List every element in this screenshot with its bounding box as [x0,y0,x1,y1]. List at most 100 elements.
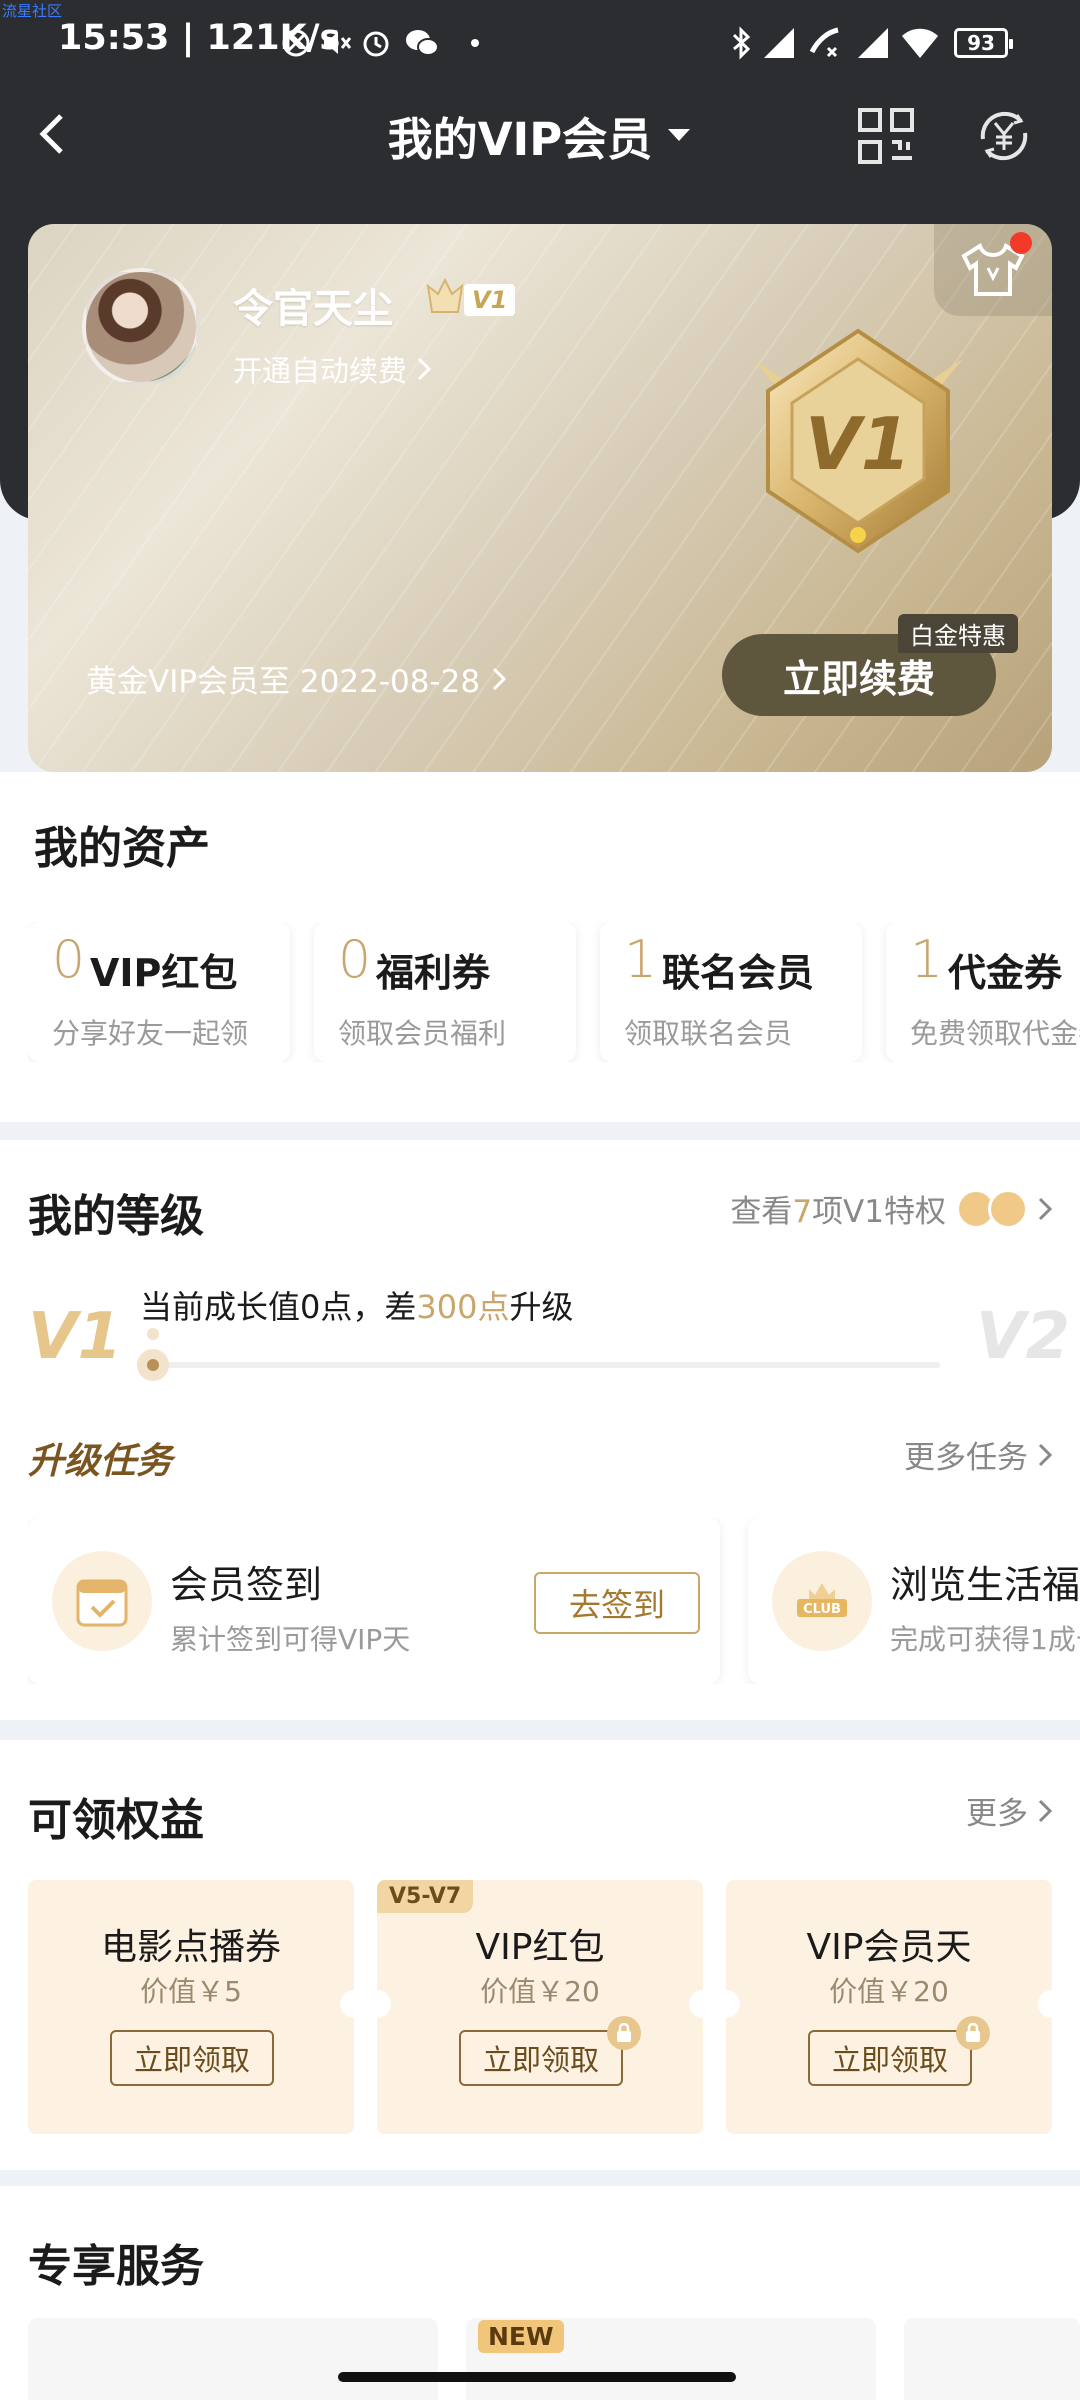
signal-hd-icon [762,26,796,60]
benefit-value: 价值￥20 [829,1975,949,2008]
dot-icon [470,26,480,60]
task-card-browse-welfare[interactable]: CLUB 浏览生活福利 完成可获得1成长值 [748,1518,1080,1684]
benefits-section: 可领权益 更多 电影点播券 价值￥5 立即领取 V5-V7 VIP红包 价值￥2… [0,1740,1080,2170]
asset-name: 福利券 [376,951,491,995]
claim-button[interactable]: 立即领取 [459,2030,623,2086]
benefits-more-link[interactable]: 更多 [966,1788,1052,1833]
asset-count: 1 [624,930,658,990]
level-tag: V1 [464,284,516,316]
chevron-right-icon [493,667,507,690]
asset-desc: 分享好友一起领 [52,1017,249,1050]
level-title: 我的等级 [28,1191,204,1242]
svg-text:CLUB: CLUB [803,1602,841,1617]
service-card[interactable] [904,2318,1080,2400]
crown-icon [426,277,464,313]
no-disturb-icon [280,26,312,60]
asset-card-co-membership[interactable]: 1 联名会员 领取联名会员 [600,922,862,1062]
calendar-check-icon [52,1551,152,1651]
asset-count: 1 [910,930,944,990]
task-desc: 累计签到可得VIP天 [170,1623,411,1656]
nav-bar: 我的VIP会员 [0,86,1080,186]
points-needed: 300点 [416,1288,510,1326]
growth-progress-bar [150,1362,940,1368]
yuan-refresh-button[interactable] [966,98,1042,174]
asset-name: 代金券 [948,951,1063,995]
qr-code-icon [858,108,914,164]
username: 令官天尘 [233,286,393,332]
assets-list: 0 VIP红包 分享好友一起领 0 福利券 领取会员福利 1 联名会员 领取联名… [28,922,1080,1062]
avatar[interactable] [82,268,200,386]
bluetooth-icon [730,26,754,60]
benefit-value: 价值￥20 [480,1975,600,2008]
privilege-count: 7 [792,1194,813,1230]
platinum-offer-tag: 白金特惠 [898,614,1018,653]
chevron-right-icon [1038,1443,1052,1466]
badge-text: V1 [805,402,911,486]
chevron-left-icon [39,114,63,154]
qr-code-button[interactable] [848,98,924,174]
claim-button[interactable]: 立即领取 [110,2030,274,2086]
progress-marker [147,1328,159,1340]
exclusive-services-section: 专享服务 NEW [0,2186,1080,2400]
yuan-cycle-icon [980,111,1028,161]
battery-icon: 93 [954,28,1013,58]
v1-level-badge: V1 [753,328,963,554]
asset-desc: 领取会员福利 [338,1017,507,1050]
chevron-right-icon [417,357,432,381]
wifi-icon [900,26,940,60]
privilege-coupon-icon [988,1188,1028,1229]
auto-renew-link[interactable]: 开通自动续费 [233,348,432,390]
lock-icon [607,2016,641,2050]
task-name: 会员签到 [170,1563,323,1607]
privilege-icons [956,1188,1028,1229]
caret-down-icon [668,129,691,141]
chevron-right-icon [1038,1799,1052,1822]
service-card[interactable] [28,2318,438,2400]
my-level-section: 我的等级 查看7项V1特权 V1 V2 当前成长值0点，差300点升级 升级任务… [0,1140,1080,1720]
club-icon: CLUB [772,1551,872,1651]
upgrade-tasks-title: 升级任务 [28,1441,173,1482]
benefit-coupon-vip-days: VIP会员天 价值￥20 立即领取 [712,1880,1066,2134]
my-assets-section: 我的资产 0 VIP红包 分享好友一起领 0 福利券 领取会员福利 1 联名会员… [0,772,1080,1122]
benefit-name: VIP红包 [475,1927,605,1968]
view-privileges-link[interactable]: 查看7项V1特权 [730,1186,1052,1231]
benefits-title: 可领权益 [28,1795,204,1846]
asset-desc: 领取联名会员 [624,1017,793,1050]
status-bar: 15:53 | 121K/s 93 [0,0,1080,86]
task-desc: 完成可获得1成长值 [890,1623,1080,1656]
growth-status: 当前成长值0点，差300点升级 [140,1288,574,1326]
notification-dot [1010,232,1032,254]
asset-name: 联名会员 [662,951,815,995]
membership-expiry[interactable]: 黄金VIP会员至 2022-08-28 [86,656,507,701]
back-button[interactable] [22,104,82,164]
growth-progress-thumb [137,1349,169,1381]
claim-button[interactable]: 立即领取 [808,2030,972,2086]
alarm-icon [360,26,392,60]
asset-desc: 免费领取代金券 [910,1017,1080,1050]
next-level: V2 [976,1300,1071,1374]
signal-icon [856,26,890,60]
chevron-right-icon [1038,1197,1052,1220]
asset-count: 0 [52,930,86,990]
auto-renew-label: 开通自动续费 [233,354,408,388]
assets-title: 我的资产 [34,823,210,874]
task-card-checkin[interactable]: 会员签到 累计签到可得VIP天 去签到 [28,1518,720,1684]
task-name: 浏览生活福利 [890,1563,1080,1607]
more-tasks-link[interactable]: 更多任务 [904,1432,1052,1477]
page-title-dropdown[interactable]: 我的VIP会员 [380,100,700,170]
asset-count: 0 [338,930,372,990]
level-range-tag: V5-V7 [377,1880,474,1913]
page-title: 我的VIP会员 [387,112,653,166]
dress-up-button[interactable] [934,224,1052,316]
benefit-name: VIP会员天 [806,1927,972,1968]
new-badge: NEW [478,2320,564,2353]
home-indicator[interactable] [338,2372,736,2382]
asset-card-voucher[interactable]: 1 代金券 免费领取代金券 [886,922,1080,1062]
asset-card-vip-redpacket[interactable]: 0 VIP红包 分享好友一起领 [28,922,290,1062]
checkin-button[interactable]: 去签到 [534,1572,700,1634]
asset-card-welfare-coupon[interactable]: 0 福利券 领取会员福利 [314,922,576,1062]
upgrade-tasks-list: 会员签到 累计签到可得VIP天 去签到 CLUB 浏览生活福利 完成可获得1成长… [28,1518,1080,1684]
benefit-name: 电影点播券 [100,1927,281,1968]
wechat-icon [404,26,440,60]
services-title: 专享服务 [28,2241,204,2292]
